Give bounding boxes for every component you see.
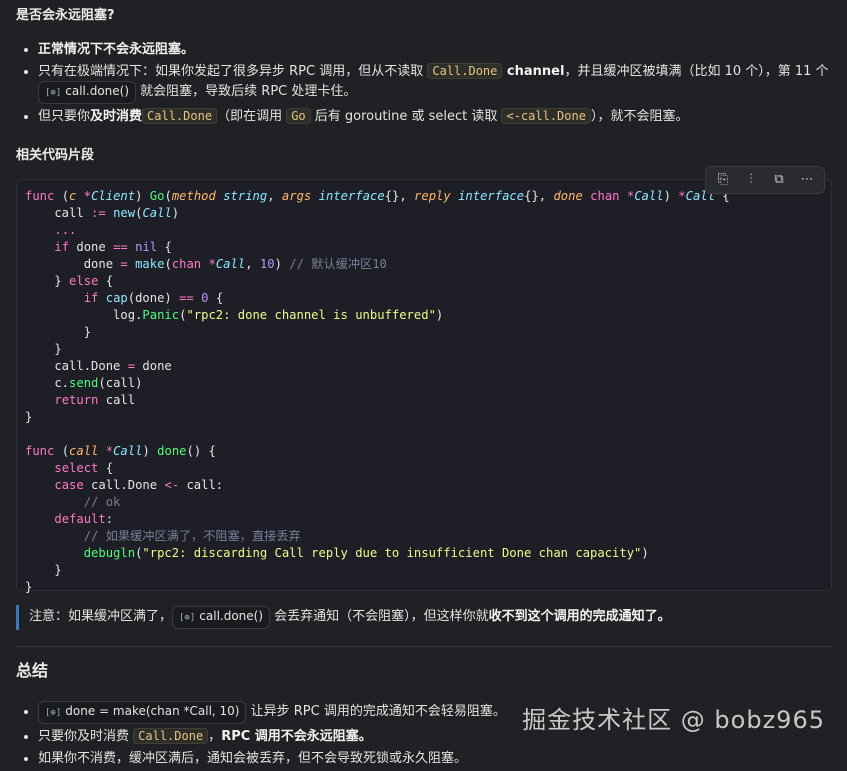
symbol-icon: [⊕] (179, 613, 196, 623)
bold-text: 正常情况下不会永远阻塞。 (38, 41, 195, 57)
text: 只要你及时消费 (38, 729, 134, 744)
list-item: 但只要你及时消费Call.Done（即在调用 Go 后有 goroutine 或… (38, 107, 832, 126)
copy-icon[interactable]: ⧉ (766, 169, 792, 191)
inline-code: Call.Done (142, 107, 218, 124)
symbol-icon: [⊕] (45, 708, 62, 718)
text: 后有 goroutine 或 select 读取 (310, 108, 502, 124)
chip-label: call.done() (65, 83, 130, 98)
inline-code: Call.Done (427, 62, 503, 79)
text: 但只要你 (38, 108, 91, 124)
bold-text: 收不到这个调用的完成通知了。 (488, 609, 671, 624)
text: 注意：如果缓冲区满了， (29, 609, 173, 624)
section-heading: 是否会永远阻塞? (16, 8, 115, 23)
bold-text: RPC 调用不会永远阻塞。 (221, 729, 372, 744)
text: 只有在极端情况下：如果你发起了很多异步 RPC 调用，但从不读取 (38, 63, 428, 79)
list-item: 如果你不消费，缓冲区满后，通知会被丢弃，但不会导致死锁或永久阻塞。 (38, 749, 832, 768)
text: 会丢弃通知（不会阻塞），但这样你就 (270, 609, 489, 624)
divider (16, 646, 832, 647)
code-text: func (c *Client) Go(method string, args … (25, 189, 730, 594)
code-block: ⎘ ⫶ ⧉ ⋯ func (c *Client) Go(method strin… (16, 166, 832, 594)
code-symbol-chip[interactable]: [⊕] done = make(chan *Call, 10) (38, 701, 247, 724)
bold-text: 及时消费 (90, 108, 143, 124)
list-item: 只有在极端情况下：如果你发起了很多异步 RPC 调用，但从不读取 Call.Do… (38, 62, 832, 104)
chat-message: 是否会永远阻塞? 正常情况下不会永远阻塞。 只有在极端情况下：如果你发起了很多异… (16, 0, 832, 771)
code-symbol-chip[interactable]: [⊕] call.done() (172, 606, 271, 629)
inline-code: <-call.Done (501, 107, 591, 124)
more-icon[interactable]: ⋯ (794, 169, 820, 191)
answer-list: 正常情况下不会永远阻塞。 只有在极端情况下：如果你发起了很多异步 RPC 调用，… (16, 40, 832, 126)
text: 就会阻塞，导致后续 RPC 处理卡住。 (136, 83, 357, 99)
text: 如果你不消费，缓冲区满后，通知会被丢弃，但不会导致死锁或永久阻塞。 (38, 751, 468, 766)
watermark: 掘金技术社区 @ bobz965 (522, 706, 825, 734)
code-toolbar: ⎘ ⫶ ⧉ ⋯ (705, 166, 825, 194)
list-item: 正常情况下不会永远阻塞。 (38, 40, 832, 59)
insert-icon[interactable]: ⎘ (710, 169, 736, 191)
text: ， (208, 729, 222, 744)
code-section-title: 相关代码片段 (16, 147, 95, 163)
text: 让异步 RPC 调用的完成通知不会轻易阻塞。 (246, 704, 506, 719)
apply-icon[interactable]: ⫶ (738, 169, 764, 191)
bold-text: channel (502, 63, 565, 79)
inline-code: Call.Done (133, 728, 209, 744)
text: ），就不会阻塞。 (590, 108, 689, 124)
symbol-icon: [⊕] (45, 87, 62, 98)
text: ，并且缓冲区被填满（比如 10 个），第 11 个 (564, 63, 829, 79)
summary-heading: 总结 (16, 661, 49, 680)
chip-label: call.done() (199, 609, 264, 623)
inline-code: Go (286, 107, 311, 124)
note-callout: 注意：如果缓冲区满了， [⊕] call.done() 会丢弃通知（不会阻塞），但这… (16, 605, 832, 630)
code-symbol-chip[interactable]: [⊕] call.done() (38, 80, 137, 104)
chip-label: done = make(chan *Call, 10) (65, 704, 240, 718)
text: （即在调用 (217, 108, 287, 124)
